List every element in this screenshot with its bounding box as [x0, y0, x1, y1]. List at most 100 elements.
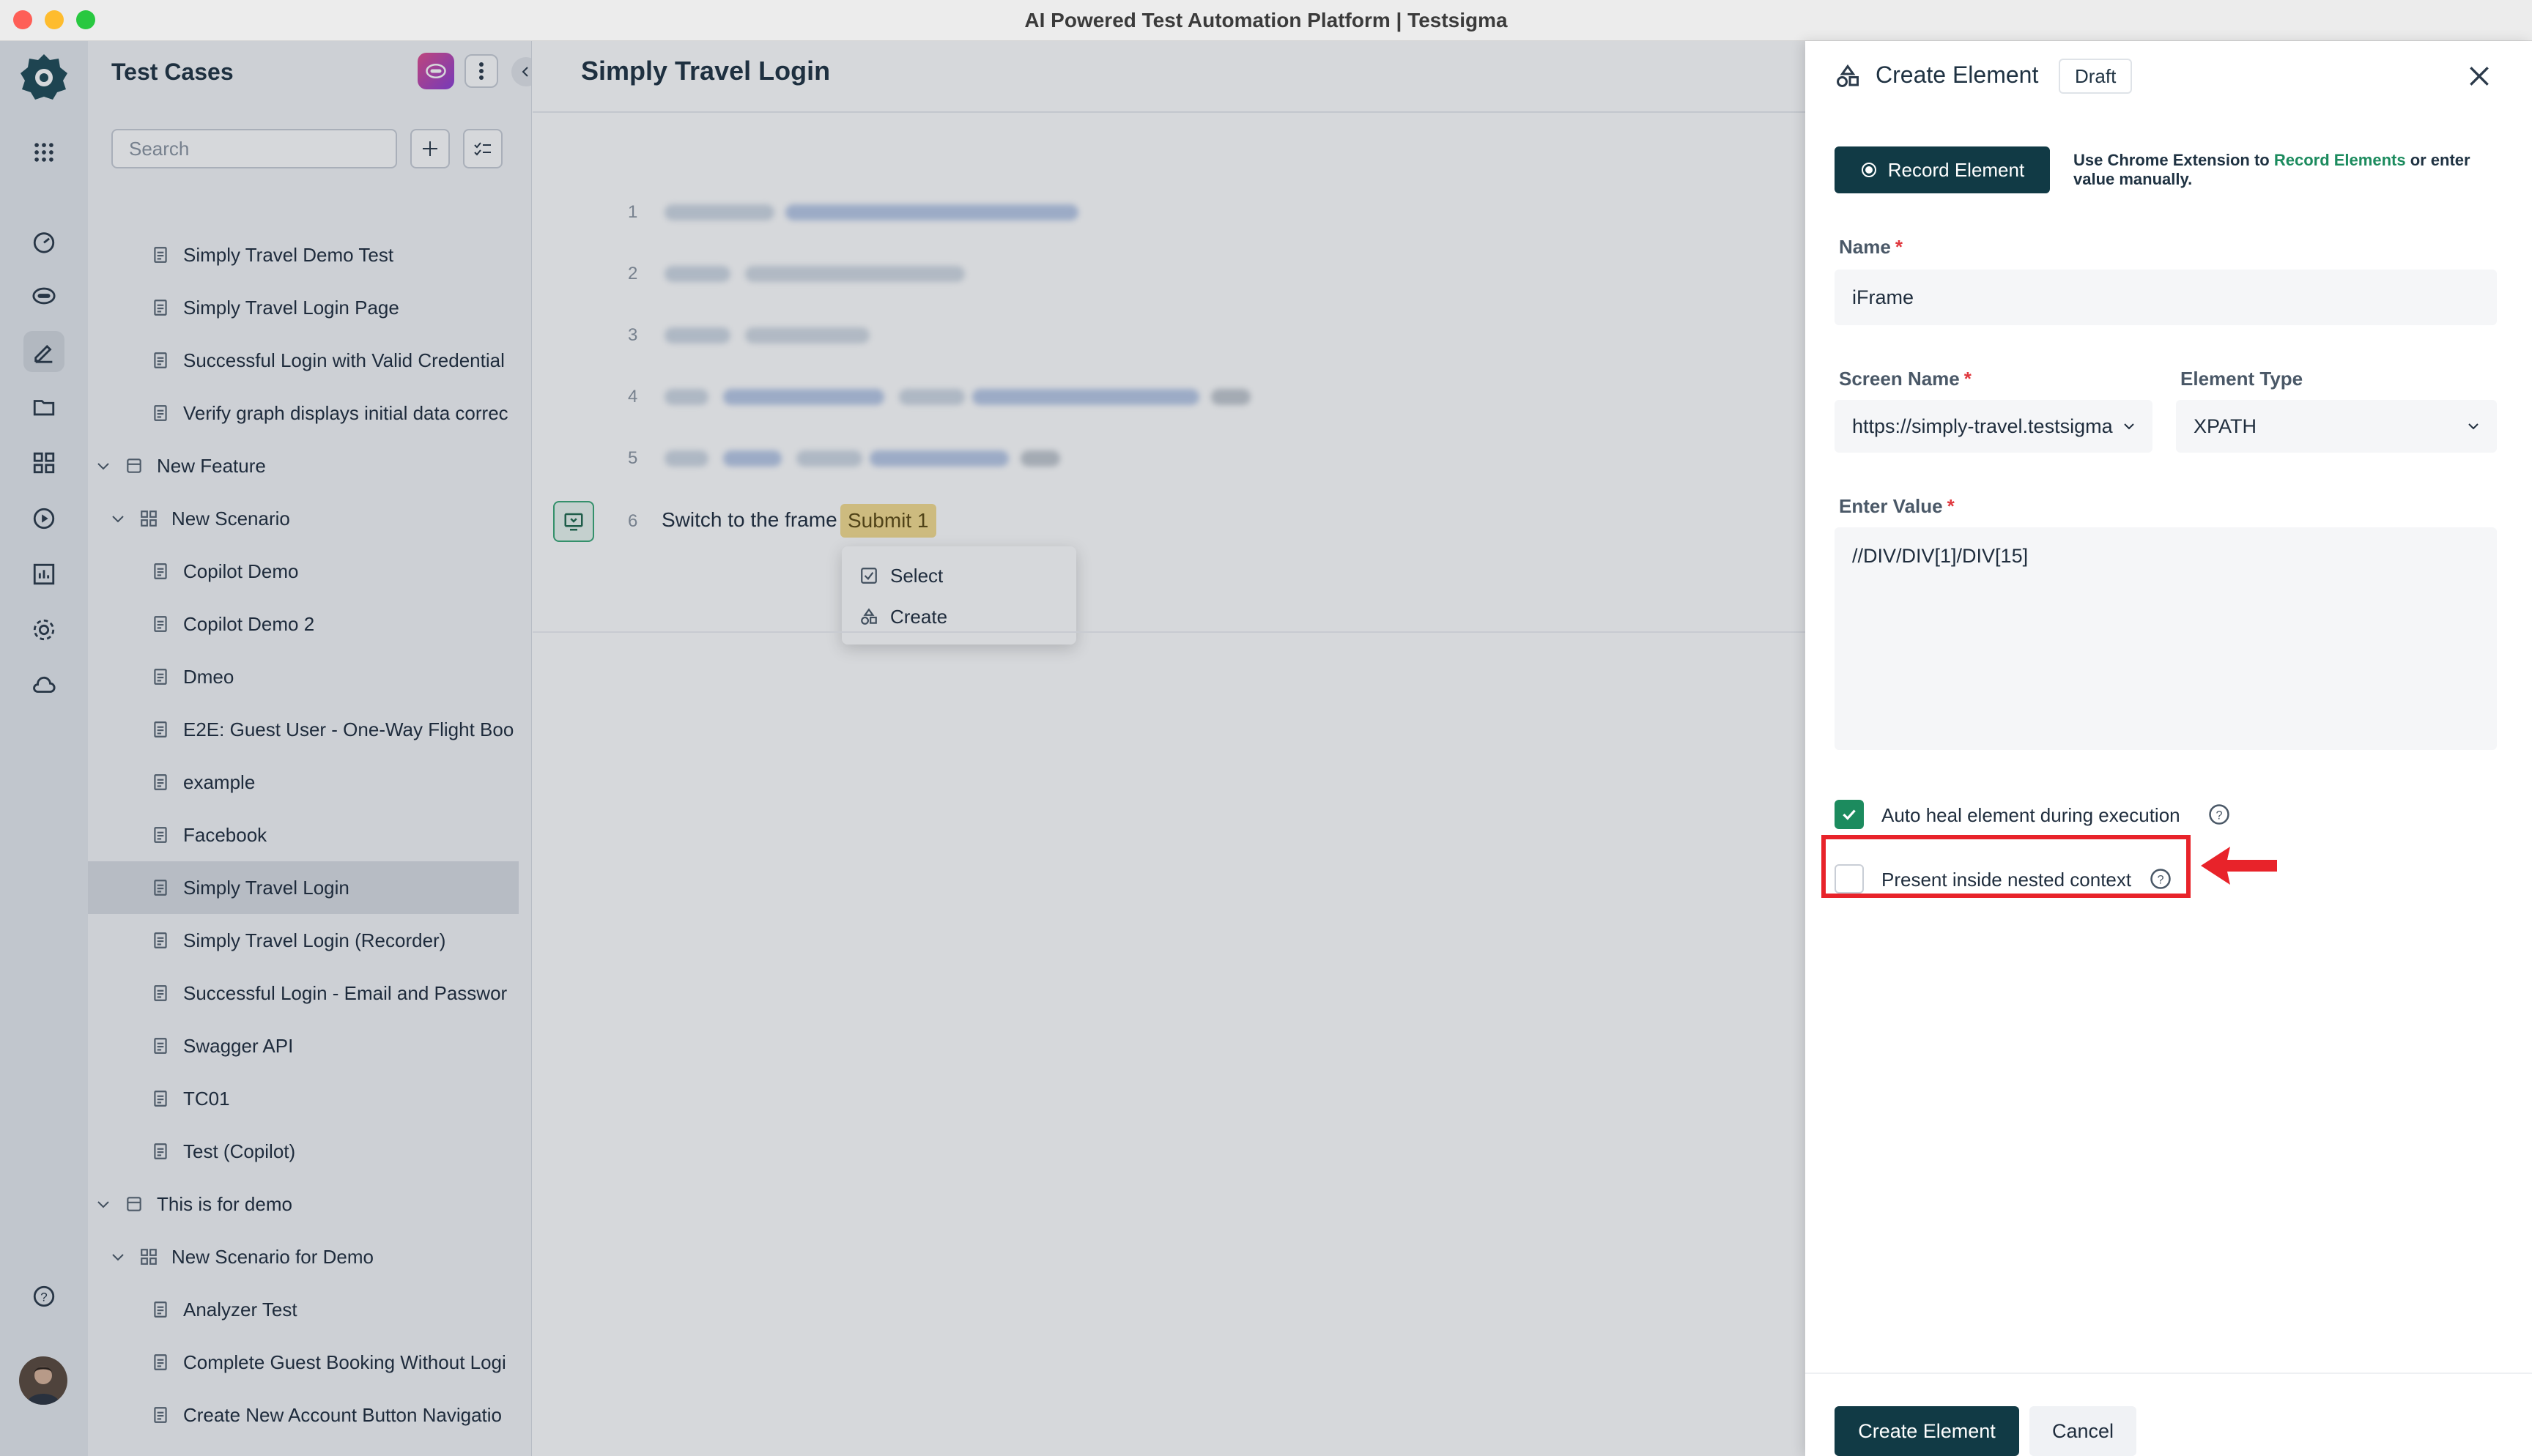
sidebar-header: Test Cases [88, 41, 531, 104]
minimize-window-button[interactable] [45, 10, 64, 29]
test-step[interactable]: 4 [533, 368, 1805, 426]
test-case-item[interactable]: Empty Email Field Login Attempt [88, 1441, 459, 1456]
window-titlebar: AI Powered Test Automation Platform | Te… [0, 0, 2532, 41]
test-case-item[interactable]: Simply Travel Login [88, 861, 519, 914]
test-case-item[interactable]: Test (Copilot) [88, 1125, 295, 1178]
test-step[interactable]: 1 [533, 183, 1805, 242]
feature-folder[interactable]: This is for demo [88, 1178, 292, 1230]
copilot-badge-icon[interactable] [418, 53, 454, 89]
test-case-item[interactable]: Verify graph displays initial data corre… [88, 387, 508, 439]
window-title: AI Powered Test Automation Platform | Te… [1024, 8, 1508, 31]
test-case-icon [154, 1354, 167, 1370]
test-case-icon [154, 880, 167, 896]
step-type-icon[interactable] [553, 501, 594, 542]
collapse-sidebar-icon[interactable] [511, 57, 531, 86]
user-avatar[interactable] [19, 1356, 67, 1405]
record-element-button[interactable]: Record Element [1835, 146, 2050, 193]
test-step[interactable]: 5 [533, 429, 1805, 488]
test-case-editor: Simply Travel Login 1 2 3 4 5 6 Switch t… [533, 41, 1805, 1456]
context-menu-select[interactable]: Select [859, 555, 943, 596]
chevron-down-icon[interactable] [110, 510, 126, 527]
grid-icon[interactable] [23, 132, 64, 173]
folder-icon[interactable] [23, 387, 64, 428]
element-name-field[interactable]: iFrame [1835, 270, 2497, 325]
cloud-icon[interactable] [23, 665, 64, 706]
blurred-step-text [785, 204, 1078, 220]
test-step[interactable]: 3 [533, 306, 1805, 365]
required-mark: * [1947, 495, 1955, 517]
chevron-down-icon[interactable] [95, 1196, 111, 1212]
dashboard-icon[interactable] [23, 221, 64, 262]
apps-icon[interactable] [23, 442, 64, 483]
test-case-sidebar: Test Cases Search Simply Travel Demo Tes… [88, 41, 532, 1456]
test-step[interactable]: 2 [533, 245, 1805, 303]
test-case-item[interactable]: Copilot Demo [88, 545, 299, 598]
test-case-item[interactable]: Simply Travel Login Page [88, 281, 399, 334]
run-icon[interactable] [23, 498, 64, 539]
enter-value-label-text: Enter Value [1839, 495, 1943, 517]
test-case-item[interactable]: Successful Login - Email and Passwor [88, 967, 507, 1019]
cancel-button[interactable]: Cancel [2029, 1406, 2136, 1456]
test-case-item[interactable]: Successful Login with Valid Credential [88, 334, 505, 387]
test-case-item[interactable]: example [88, 756, 255, 809]
zoom-window-button[interactable] [76, 10, 95, 29]
test-case-item[interactable]: E2E: Guest User - One-Way Flight Boo [88, 703, 514, 756]
chevron-down-icon[interactable] [95, 458, 111, 474]
test-step-active[interactable]: 6 Switch to the frame Submit 1 [533, 489, 1805, 552]
test-case-item[interactable]: Analyzer Test [88, 1283, 297, 1336]
help-icon[interactable]: ? [23, 1276, 64, 1317]
test-case-icon [154, 1143, 167, 1159]
record-elements-link[interactable]: Record Elements [2274, 151, 2406, 169]
bulk-select-icon[interactable] [463, 129, 503, 168]
close-icon[interactable] [2465, 62, 2494, 91]
element-type-select[interactable]: XPATH [2176, 400, 2497, 453]
test-case-item[interactable]: Facebook [88, 809, 267, 861]
add-test-case-button[interactable] [410, 129, 450, 168]
test-case-item[interactable]: Create New Account Button Navigatio [88, 1389, 502, 1441]
auto-heal-checkbox[interactable] [1835, 800, 1864, 829]
feature-folder[interactable]: New Feature [88, 439, 266, 492]
traffic-lights [13, 10, 95, 29]
testsigma-logo-icon[interactable] [19, 53, 69, 103]
tree-item-label: Simply Travel Login Page [183, 296, 399, 319]
screen-name-label-text: Screen Name [1839, 368, 1960, 390]
copilot-icon[interactable] [23, 275, 64, 316]
test-case-item[interactable]: TC01 [88, 1072, 230, 1125]
element-value-textarea[interactable]: //DIV/DIV[1]/DIV[15] [1835, 527, 2497, 750]
test-case-icon [154, 669, 167, 685]
tree-item-label: Copilot Demo [183, 560, 299, 582]
tree-item-label: example [183, 770, 256, 793]
element-shapes-icon [1837, 64, 1859, 87]
test-case-item[interactable]: Simply Travel Login (Recorder) [88, 914, 445, 967]
test-case-item[interactable]: Swagger API [88, 1019, 293, 1072]
test-case-item[interactable]: Dmeo [88, 650, 234, 703]
element-name-value: iFrame [1852, 286, 1914, 308]
test-case-item[interactable]: Copilot Demo 2 [88, 598, 314, 650]
edit-icon[interactable] [23, 331, 64, 372]
close-window-button[interactable] [13, 10, 32, 29]
more-options-icon[interactable] [464, 54, 498, 88]
element-chip[interactable]: Submit 1 [840, 504, 936, 538]
test-case-item[interactable]: Complete Guest Booking Without Logi [88, 1336, 506, 1389]
test-case-icon [154, 1038, 167, 1054]
chevron-down-icon[interactable] [110, 1249, 126, 1265]
checkmark-icon [1843, 809, 1856, 820]
blurred-step-text [745, 266, 965, 282]
search-input[interactable]: Search [111, 129, 397, 168]
create-element-button[interactable]: Create Element [1835, 1406, 2019, 1456]
test-case-icon [154, 932, 167, 948]
context-menu-select-label: Select [890, 564, 944, 587]
screen-name-select[interactable]: https://simply-travel.testsigma [1835, 400, 2152, 453]
test-case-icon [154, 563, 167, 579]
screen-name-value: https://simply-travel.testsigma [1852, 415, 2113, 437]
step-number: 1 [628, 202, 638, 222]
scenario-folder[interactable]: New Scenario for Demo [88, 1230, 374, 1283]
test-case-icon [154, 774, 167, 790]
search-placeholder: Search [129, 137, 190, 160]
help-icon[interactable]: ? [2208, 803, 2230, 825]
scenario-folder[interactable]: New Scenario [88, 492, 290, 545]
test-case-item[interactable]: Simply Travel Demo Test [88, 229, 393, 281]
reports-icon[interactable] [23, 554, 64, 595]
tree-item-label: Simply Travel Demo Test [183, 243, 394, 266]
settings-icon[interactable] [23, 609, 64, 650]
